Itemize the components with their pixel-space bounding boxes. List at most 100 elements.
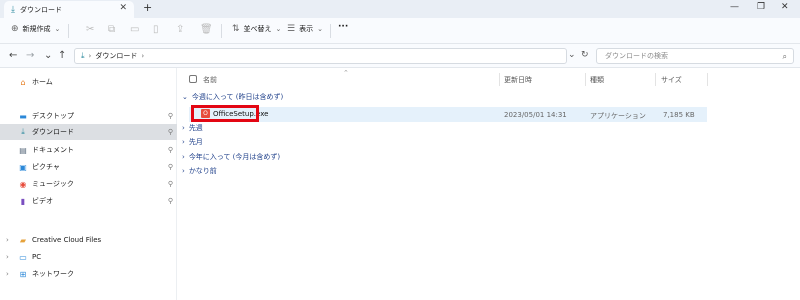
back-arrow-icon[interactable]: ← — [9, 50, 17, 61]
sidebar-item-documents[interactable]: ▤ ドキュメント ⚲ — [0, 142, 177, 158]
sidebar-item-label: PC — [32, 253, 42, 261]
column-divider[interactable] — [585, 73, 586, 86]
network-icon: ⊞ — [19, 269, 27, 279]
pin-icon[interactable]: ⚲ — [168, 163, 173, 171]
title-bar: ⤓ ダウンロード ✕ + — ❐ ✕ — [0, 0, 800, 18]
pin-icon[interactable]: ⚲ — [168, 180, 173, 188]
separator — [68, 24, 69, 38]
plus-circle-icon: ⊕ — [11, 24, 19, 34]
pin-icon[interactable]: ⚲ — [168, 197, 173, 205]
column-header-modified[interactable]: 更新日時 — [504, 75, 532, 85]
refresh-icon[interactable]: ↻ — [581, 50, 589, 60]
new-button-label: 新規作成 — [22, 25, 51, 33]
sidebar-item-downloads[interactable]: ⤓ ダウンロード ⚲ — [0, 124, 177, 140]
recent-locations-icon[interactable]: ⌄ — [44, 50, 52, 61]
sort-button[interactable]: ⇅ 並べ替え ⌄ — [232, 24, 281, 34]
sidebar-item-label: ピクチャ — [32, 163, 60, 171]
expand-chevron-icon[interactable]: › — [6, 236, 14, 244]
sidebar-item-label: ミュージック — [32, 180, 74, 188]
sidebar-item-label: ダウンロード — [32, 128, 74, 136]
sidebar-item-label: ビデオ — [32, 197, 53, 205]
chevron-down-icon: ⌄ — [317, 25, 323, 33]
view-button[interactable]: ☰ 表示 ⌄ — [287, 24, 323, 34]
search-input[interactable]: ダウンロードの検索 ⌕ — [596, 48, 794, 64]
address-bar[interactable]: ⤓ › ダウンロード › — [74, 48, 567, 64]
column-header-type[interactable]: 種類 — [590, 75, 604, 85]
group-label: 今週に入って (昨日は含めず) — [191, 93, 284, 101]
column-header-name[interactable]: 名前 — [203, 75, 217, 85]
minimize-button[interactable]: — — [730, 2, 739, 12]
rename-icon[interactable]: ▯ — [153, 24, 159, 35]
file-list: ⌃ 名前 更新日時 種類 サイズ ⌄ 今週に入って (昨日は含めず) 2023/… — [177, 68, 800, 300]
sidebar-item-music[interactable]: ◉ ミュージック ⚲ — [0, 176, 177, 192]
sidebar-item-pictures[interactable]: ▣ ピクチャ ⚲ — [0, 159, 177, 175]
expand-chevron-icon[interactable]: › — [6, 253, 14, 261]
forward-arrow-icon[interactable]: → — [26, 50, 34, 61]
sort-caret-icon: ⌃ — [343, 69, 349, 77]
chevron-right-icon: › — [182, 167, 185, 175]
select-all-checkbox[interactable] — [189, 75, 197, 83]
up-arrow-icon[interactable]: ↑ — [58, 50, 66, 61]
breadcrumb-downloads[interactable]: ダウンロード — [95, 51, 137, 61]
cut-icon[interactable]: ✂ — [86, 24, 94, 35]
new-button[interactable]: ⊕ 新規作成 ⌄ — [11, 24, 60, 34]
chevron-down-icon: ⌄ — [182, 93, 188, 101]
column-divider[interactable] — [655, 73, 656, 86]
address-row: ← → ⌄ ↑ ⤓ › ダウンロード › ⌄ ↻ ダウンロードの検索 ⌕ — [0, 44, 800, 68]
group-label: かなり前 — [188, 167, 217, 175]
close-window-button[interactable]: ✕ — [781, 2, 789, 12]
sidebar-item-home[interactable]: ⌂ ホーム — [0, 74, 177, 90]
file-size: 7,185 KB — [663, 111, 695, 119]
pin-icon[interactable]: ⚲ — [168, 128, 173, 136]
group-header-last-month[interactable]: › 先月 — [182, 137, 203, 147]
breadcrumb-separator-icon: › — [88, 52, 92, 60]
maximize-button[interactable]: ❐ — [757, 2, 765, 12]
sidebar-item-creative-cloud[interactable]: › ▰ Creative Cloud Files — [0, 232, 177, 248]
address-dropdown-icon[interactable]: ⌄ — [568, 50, 576, 60]
sidebar-item-label: ドキュメント — [32, 146, 74, 154]
sort-button-label: 並べ替え — [243, 25, 272, 33]
close-tab-icon[interactable]: ✕ — [119, 3, 127, 13]
chevron-right-icon: › — [182, 153, 185, 161]
pin-icon[interactable]: ⚲ — [168, 146, 173, 154]
search-icon: ⌕ — [782, 52, 787, 61]
file-type: アプリケーション — [590, 112, 646, 120]
column-divider[interactable] — [499, 73, 500, 86]
expand-chevron-icon[interactable]: › — [6, 270, 14, 278]
group-header-this-year[interactable]: › 今年に入って (今月は含めず) — [182, 152, 280, 162]
home-icon: ⌂ — [20, 77, 26, 87]
tab-downloads[interactable]: ⤓ ダウンロード ✕ — [4, 1, 134, 18]
sidebar-item-label: Creative Cloud Files — [32, 236, 102, 244]
sidebar-item-network[interactable]: › ⊞ ネットワーク — [0, 266, 177, 282]
column-header-size[interactable]: サイズ — [661, 75, 682, 85]
music-icon: ◉ — [19, 179, 27, 189]
more-options-button[interactable]: ··· — [338, 22, 348, 32]
group-label: 先月 — [188, 138, 203, 146]
delete-icon[interactable]: 🗑 — [200, 24, 213, 35]
group-header-long-ago[interactable]: › かなり前 — [182, 166, 217, 176]
new-tab-button[interactable]: + — [143, 1, 152, 14]
paste-icon[interactable]: ▭ — [130, 24, 139, 35]
sidebar-item-videos[interactable]: ▮ ビデオ ⚲ — [0, 193, 177, 209]
group-header-this-week[interactable]: ⌄ 今週に入って (昨日は含めず) — [182, 92, 283, 102]
column-divider[interactable] — [707, 73, 708, 86]
view-icon: ☰ — [287, 24, 296, 34]
share-icon[interactable]: ⇪ — [176, 24, 184, 35]
column-header-row: ⌃ 名前 更新日時 種類 サイズ — [177, 68, 800, 90]
copy-icon[interactable]: ⧉ — [108, 24, 115, 35]
highlight-box — [191, 105, 259, 122]
sidebar-item-desktop[interactable]: ▬ デスクトップ ⚲ — [0, 108, 177, 124]
chevron-right-icon: › — [182, 124, 185, 132]
search-placeholder: ダウンロードの検索 — [605, 52, 668, 60]
tab-label: ダウンロード — [19, 5, 62, 14]
pin-icon[interactable]: ⚲ — [168, 112, 173, 120]
group-header-last-week[interactable]: › 先週 — [182, 123, 203, 133]
command-bar: ⊕ 新規作成 ⌄ ✂ ⧉ ▭ ▯ ⇪ 🗑 ⇅ 並べ替え ⌄ ☰ 表示 ⌄ ··· — [0, 18, 800, 44]
navigation-pane: ⌂ ホーム ▬ デスクトップ ⚲ ⤓ ダウンロード ⚲ ▤ ドキュメント ⚲ ▣… — [0, 68, 177, 300]
videos-icon: ▮ — [20, 196, 26, 206]
group-label: 今年に入って (今月は含めず) — [188, 153, 281, 161]
breadcrumb-separator-icon[interactable]: › — [141, 52, 144, 60]
documents-icon: ▤ — [19, 145, 27, 155]
group-label: 先週 — [188, 124, 203, 132]
sidebar-item-pc[interactable]: › ▭ PC — [0, 249, 177, 265]
